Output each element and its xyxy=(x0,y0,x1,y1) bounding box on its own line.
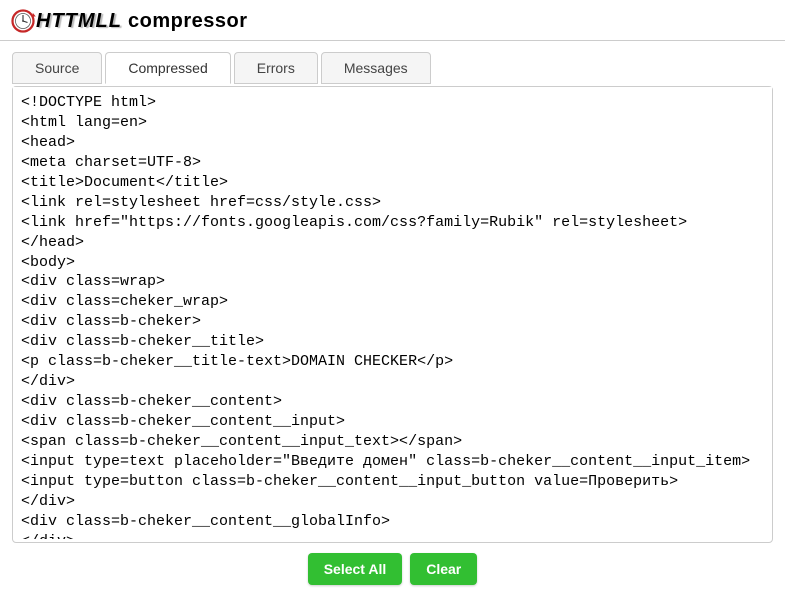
brand-suffix: compressor xyxy=(122,10,248,32)
tab-label: Source xyxy=(35,60,79,76)
brand-html: HTTMLL xyxy=(36,10,122,32)
brand-logo: HTTMLL compressor xyxy=(8,6,777,36)
tab-messages[interactable]: Messages xyxy=(321,52,431,84)
clock-icon xyxy=(8,6,38,36)
tab-compressed[interactable]: Compressed xyxy=(105,52,230,84)
tab-errors[interactable]: Errors xyxy=(234,52,318,84)
tab-label: Compressed xyxy=(128,60,207,76)
main-panel: Source Compressed Errors Messages Select… xyxy=(0,41,785,601)
tabs: Source Compressed Errors Messages xyxy=(12,51,773,83)
tab-label: Errors xyxy=(257,60,295,76)
tab-source[interactable]: Source xyxy=(12,52,102,84)
compressed-output[interactable] xyxy=(13,87,772,539)
brand-text: HTTMLL compressor xyxy=(36,10,248,33)
clear-button[interactable]: Clear xyxy=(410,553,477,585)
select-all-button[interactable]: Select All xyxy=(308,553,403,585)
tab-label: Messages xyxy=(344,60,408,76)
output-panel xyxy=(12,86,773,543)
button-row: Select All Clear xyxy=(12,553,773,585)
app-header: HTTMLL compressor xyxy=(0,0,785,41)
